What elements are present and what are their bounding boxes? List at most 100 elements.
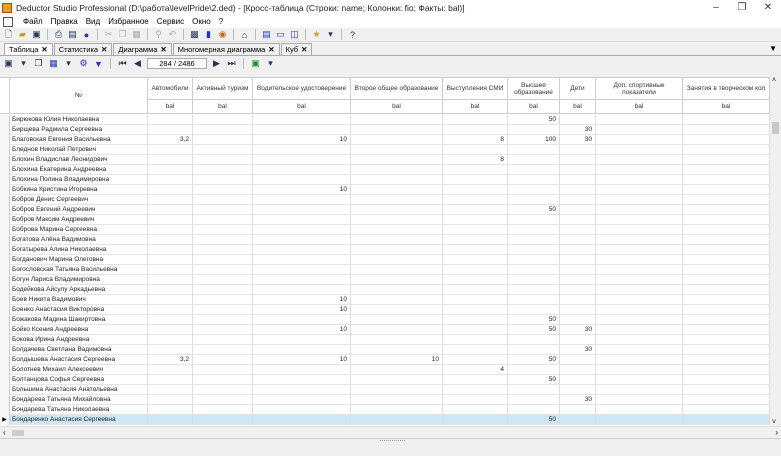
table-cell[interactable]: [508, 155, 560, 165]
table-cell[interactable]: [508, 395, 560, 405]
maximize-button[interactable]: ❐: [729, 2, 755, 13]
table-cell[interactable]: [443, 395, 508, 405]
table-cell[interactable]: [560, 235, 596, 245]
table-cell[interactable]: [683, 415, 770, 425]
menu-service[interactable]: Сервис: [157, 17, 184, 26]
scrollbar-thumb[interactable]: [772, 122, 779, 134]
table-cell[interactable]: [351, 215, 443, 225]
table-cell[interactable]: [508, 255, 560, 265]
table-cell[interactable]: [596, 145, 683, 155]
close-icon[interactable]: ✕: [41, 45, 47, 54]
table-cell[interactable]: [596, 245, 683, 255]
table-cell[interactable]: [683, 365, 770, 375]
table-cell[interactable]: 50: [508, 375, 560, 385]
table-cell[interactable]: [683, 315, 770, 325]
table-cell[interactable]: [508, 265, 560, 275]
table-cell[interactable]: [148, 225, 193, 235]
table-row[interactable]: Боенко Анастасия Викторовна 10: [0, 305, 770, 315]
table-cell[interactable]: [596, 225, 683, 235]
table-cell[interactable]: [351, 325, 443, 335]
table-cell[interactable]: [508, 295, 560, 305]
table-cell[interactable]: [683, 205, 770, 215]
row-indicator[interactable]: [0, 125, 10, 135]
table-cell[interactable]: [508, 305, 560, 315]
table-row[interactable]: Блохин Владислав Леонидович 8: [0, 155, 770, 165]
table-cell[interactable]: [148, 195, 193, 205]
table-cell[interactable]: [253, 155, 351, 165]
table-cell[interactable]: [193, 365, 253, 375]
table-cell[interactable]: [560, 305, 596, 315]
table-cell[interactable]: [443, 385, 508, 395]
table-cell[interactable]: [596, 255, 683, 265]
table-cell[interactable]: [193, 205, 253, 215]
row-indicator[interactable]: [0, 275, 10, 285]
table-cell[interactable]: [596, 315, 683, 325]
table-cell[interactable]: [596, 125, 683, 135]
table-cell[interactable]: [596, 385, 683, 395]
table-cell[interactable]: [351, 245, 443, 255]
table-cell[interactable]: [148, 295, 193, 305]
table-cell[interactable]: [443, 285, 508, 295]
table-cell[interactable]: [253, 125, 351, 135]
table-cell[interactable]: [253, 335, 351, 345]
table-row[interactable]: Большина Анастасия Анатольевна: [0, 385, 770, 395]
table-row[interactable]: Бобров Максим Андреевич: [0, 215, 770, 225]
table-cell[interactable]: [560, 265, 596, 275]
table-cell[interactable]: 8: [443, 135, 508, 145]
table-cell[interactable]: [148, 395, 193, 405]
horizontal-scrollbar[interactable]: ‹ ›: [0, 426, 781, 438]
table-cell[interactable]: [443, 115, 508, 125]
cross-table-grid[interactable]: № Автомобили bal Активный туризм bal Водител…: [0, 77, 770, 426]
copy-window-icon[interactable]: ❐: [33, 58, 44, 69]
table-cell[interactable]: [253, 255, 351, 265]
table-cell[interactable]: [193, 275, 253, 285]
table-cell[interactable]: [148, 245, 193, 255]
table-cell[interactable]: [596, 175, 683, 185]
table-cell[interactable]: [596, 375, 683, 385]
table-cell[interactable]: [351, 175, 443, 185]
table-cell[interactable]: [148, 185, 193, 195]
table-cell[interactable]: [193, 195, 253, 205]
table-cell[interactable]: [443, 415, 508, 425]
table-cell[interactable]: [443, 345, 508, 355]
table-cell[interactable]: [683, 305, 770, 315]
table-row[interactable]: Бодейкова Айсулу Аркадьевна: [0, 285, 770, 295]
table-cell[interactable]: [253, 205, 351, 215]
table-cell[interactable]: [683, 325, 770, 335]
table-cell[interactable]: [560, 175, 596, 185]
column-header[interactable]: Дети bal: [560, 78, 596, 114]
table-cell[interactable]: [351, 285, 443, 295]
table-row[interactable]: Богун Лариса Владимировна: [0, 275, 770, 285]
table-cell[interactable]: [560, 205, 596, 215]
table-cell[interactable]: [193, 345, 253, 355]
table-cell[interactable]: [443, 225, 508, 235]
star-icon[interactable]: ★: [311, 29, 322, 40]
table-cell[interactable]: [683, 235, 770, 245]
table-cell[interactable]: [596, 205, 683, 215]
table-cell[interactable]: [508, 195, 560, 205]
table-cell[interactable]: [351, 125, 443, 135]
open-icon[interactable]: ▰: [17, 29, 28, 40]
table-cell[interactable]: [443, 325, 508, 335]
table-cell[interactable]: [351, 345, 443, 355]
table-cell[interactable]: [443, 265, 508, 275]
book-icon[interactable]: ▮: [203, 29, 214, 40]
table-cell[interactable]: [193, 325, 253, 335]
previous-record-icon[interactable]: ◀: [132, 58, 143, 69]
table-cell[interactable]: [596, 135, 683, 145]
table-cell[interactable]: [351, 295, 443, 305]
table-row[interactable]: Благовская Евгения Васильевна 3,2 10 8 100 30: [0, 135, 770, 145]
table-cell[interactable]: [443, 165, 508, 175]
table-cell[interactable]: [351, 235, 443, 245]
excel-export-icon[interactable]: ▣: [250, 58, 261, 69]
table-cell[interactable]: [596, 165, 683, 175]
table-cell[interactable]: [148, 115, 193, 125]
table-cell[interactable]: [683, 145, 770, 155]
table-cell[interactable]: [193, 295, 253, 305]
table-cell[interactable]: [508, 285, 560, 295]
table-cell[interactable]: [443, 185, 508, 195]
table-cell[interactable]: [253, 265, 351, 275]
table-cell[interactable]: 10: [253, 185, 351, 195]
table-cell[interactable]: [596, 235, 683, 245]
table-cell[interactable]: [683, 175, 770, 185]
